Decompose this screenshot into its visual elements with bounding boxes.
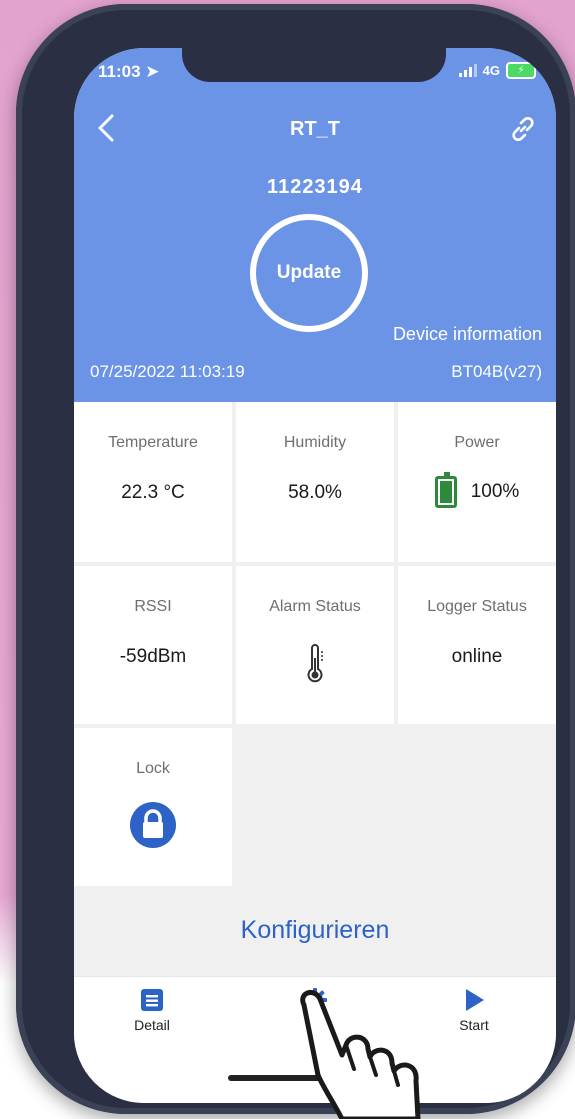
- configure-title: Konfigurieren: [240, 916, 390, 944]
- app-screen: 11:03 ➤ 4G ⚡ RT_T 11223194 Update Device…: [74, 48, 556, 1103]
- power-label: Power: [454, 434, 500, 451]
- humidity-label: Humidity: [283, 434, 347, 451]
- status-time-text: 11:03: [98, 62, 141, 81]
- pointing-hand-icon: [300, 989, 421, 1119]
- device-header: 11:03 ➤ 4G ⚡ RT_T 11223194 Update Device…: [74, 48, 556, 402]
- temperature-label: Temperature: [108, 434, 198, 451]
- lock-label: Lock: [136, 760, 170, 777]
- rssi-value: -59dBm: [119, 646, 187, 667]
- battery-full-icon: [434, 472, 457, 508]
- temperature-cell: Temperature 22.3 °C: [74, 402, 232, 562]
- thermometer-icon: [307, 644, 323, 683]
- humidity-cell: Humidity 58.0%: [236, 402, 394, 562]
- network-type: 4G: [482, 63, 500, 78]
- tab-detail-label: Detail: [134, 1017, 170, 1033]
- alarm-status-label: Alarm Status: [269, 598, 361, 615]
- humidity-value: 58.0%: [288, 482, 342, 503]
- list-icon: [141, 989, 163, 1011]
- link-icon[interactable]: [508, 114, 538, 144]
- status-indicators: 4G ⚡: [458, 62, 536, 79]
- phone-frame: 11:03 ➤ 4G ⚡ RT_T 11223194 Update Device…: [16, 4, 575, 1114]
- firmware-version: BT04B(v27): [451, 362, 542, 381]
- device-serial: 11223194: [267, 176, 363, 198]
- reading-timestamp: 07/25/2022 11:03:19: [90, 362, 245, 381]
- device-name: RT_T: [290, 118, 340, 140]
- update-button[interactable]: Update: [250, 214, 368, 332]
- alarm-status-cell: Alarm Status: [236, 566, 394, 724]
- logger-status-value: online: [451, 646, 503, 667]
- lock-cell[interactable]: Lock: [74, 728, 232, 886]
- logger-status-label: Logger Status: [427, 598, 527, 615]
- power-value: 100%: [470, 481, 520, 502]
- power-cell: Power 100%: [398, 402, 556, 562]
- rssi-cell: RSSI -59dBm: [74, 566, 232, 724]
- tab-detail[interactable]: Detail: [92, 987, 212, 1033]
- rssi-label: RSSI: [134, 598, 172, 615]
- power-row: 100%: [398, 472, 556, 508]
- status-time: 11:03 ➤: [98, 62, 160, 82]
- update-label: Update: [276, 262, 342, 283]
- temperature-value: 22.3 °C: [121, 482, 185, 503]
- signal-icon: [458, 64, 477, 77]
- status-battery-icon: ⚡: [506, 62, 536, 79]
- location-arrow-icon: ➤: [145, 62, 160, 81]
- logger-status-cell: Logger Status online: [398, 566, 556, 724]
- phone-notch: [182, 48, 446, 82]
- lock-icon[interactable]: [130, 802, 176, 848]
- device-information-link[interactable]: Device information: [393, 324, 542, 345]
